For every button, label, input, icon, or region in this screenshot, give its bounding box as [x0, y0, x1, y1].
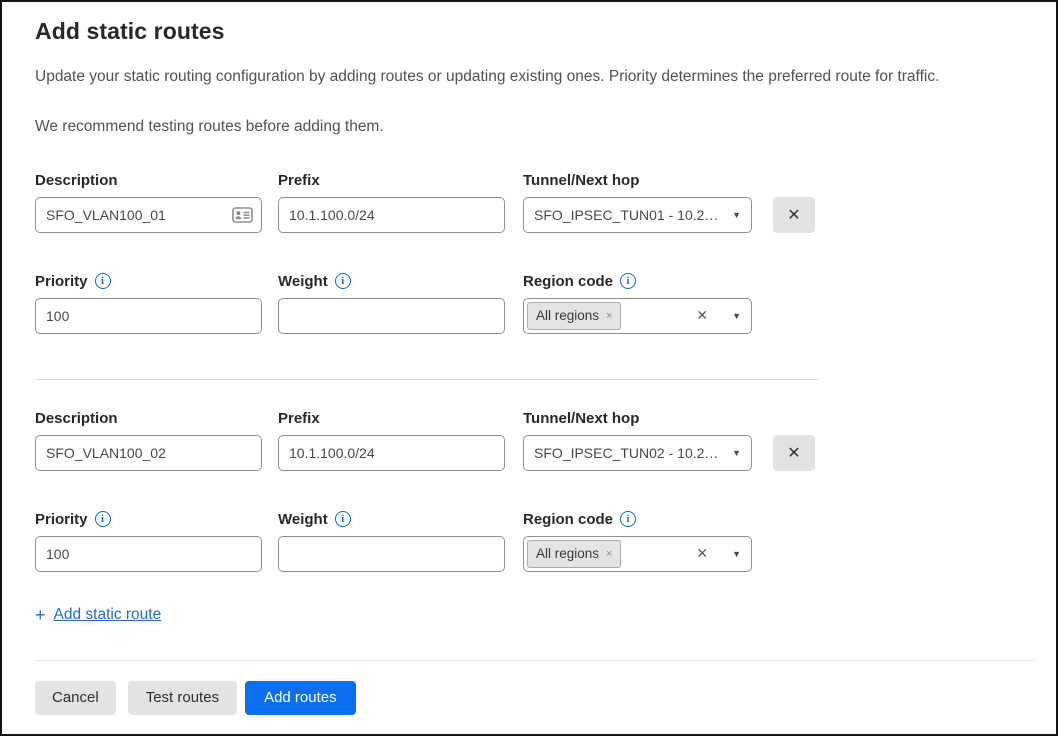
dialog-footer: Cancel Test routes Add routes — [35, 660, 1035, 734]
region-code-select[interactable]: All regions × ✕ ▼ — [523, 298, 752, 334]
region-tag: All regions × — [527, 302, 621, 330]
tunnel-label: Tunnel/Next hop — [523, 410, 752, 427]
add-routes-button[interactable]: Add routes — [245, 681, 356, 715]
info-icon[interactable]: i — [335, 273, 351, 289]
plus-icon: + — [35, 605, 46, 626]
remove-tag-icon[interactable]: × — [606, 548, 612, 560]
region-code-label: Region code i — [523, 511, 752, 528]
clear-selection-icon[interactable]: ✕ — [696, 307, 708, 324]
region-code-select[interactable]: All regions × ✕ ▼ — [523, 536, 752, 572]
tunnel-select[interactable]: SFO_IPSEC_TUN01 - 10.25... ▼ — [523, 197, 752, 233]
priority-input[interactable] — [35, 536, 262, 572]
region-tag: All regions × — [527, 540, 621, 568]
remove-route-button[interactable]: ✕ — [773, 197, 815, 233]
prefix-label: Prefix — [278, 172, 505, 189]
contact-card-icon[interactable] — [232, 206, 253, 223]
route-entry: Description — [35, 172, 1033, 334]
prefix-input[interactable] — [278, 197, 505, 233]
remove-tag-icon[interactable]: × — [606, 310, 612, 322]
info-icon[interactable]: i — [95, 273, 111, 289]
weight-label: Weight i — [278, 273, 505, 290]
caret-down-icon[interactable]: ▼ — [732, 549, 741, 559]
caret-down-icon[interactable]: ▼ — [732, 210, 741, 220]
weight-label: Weight i — [278, 511, 505, 528]
dialog-recommendation: We recommend testing routes before addin… — [35, 117, 1033, 138]
remove-route-button[interactable]: ✕ — [773, 435, 815, 471]
description-input[interactable] — [35, 197, 262, 233]
prefix-input[interactable] — [278, 435, 505, 471]
description-label: Description — [35, 410, 262, 427]
caret-down-icon[interactable]: ▼ — [732, 448, 741, 458]
close-icon: ✕ — [787, 443, 800, 463]
priority-label: Priority i — [35, 273, 262, 290]
routes-list: Description — [35, 172, 1033, 626]
weight-input[interactable] — [278, 536, 505, 572]
info-icon[interactable]: i — [95, 511, 111, 527]
priority-label: Priority i — [35, 511, 262, 528]
route-entry: Description Prefix Tunnel/Next hop SFO_I — [35, 410, 1033, 572]
close-icon: ✕ — [787, 205, 800, 225]
tunnel-select[interactable]: SFO_IPSEC_TUN02 - 10.25... ▼ — [523, 435, 752, 471]
test-routes-button[interactable]: Test routes — [128, 681, 237, 715]
clear-selection-icon[interactable]: ✕ — [696, 545, 708, 562]
caret-down-icon[interactable]: ▼ — [732, 311, 741, 321]
add-static-routes-dialog: Add static routes Update your static rou… — [0, 0, 1058, 736]
dialog-description: Update your static routing configuration… — [35, 67, 1033, 88]
info-icon[interactable]: i — [335, 511, 351, 527]
page-title: Add static routes — [35, 18, 1033, 45]
cancel-button[interactable]: Cancel — [35, 681, 116, 715]
weight-input[interactable] — [278, 298, 505, 334]
add-static-route-link[interactable]: Add static route — [54, 606, 162, 624]
tunnel-label: Tunnel/Next hop — [523, 172, 752, 189]
info-icon[interactable]: i — [620, 273, 636, 289]
description-input[interactable] — [35, 435, 262, 471]
route-divider — [35, 379, 820, 380]
region-code-label: Region code i — [523, 273, 752, 290]
prefix-label: Prefix — [278, 410, 505, 427]
priority-input[interactable] — [35, 298, 262, 334]
description-label: Description — [35, 172, 262, 189]
info-icon[interactable]: i — [620, 511, 636, 527]
